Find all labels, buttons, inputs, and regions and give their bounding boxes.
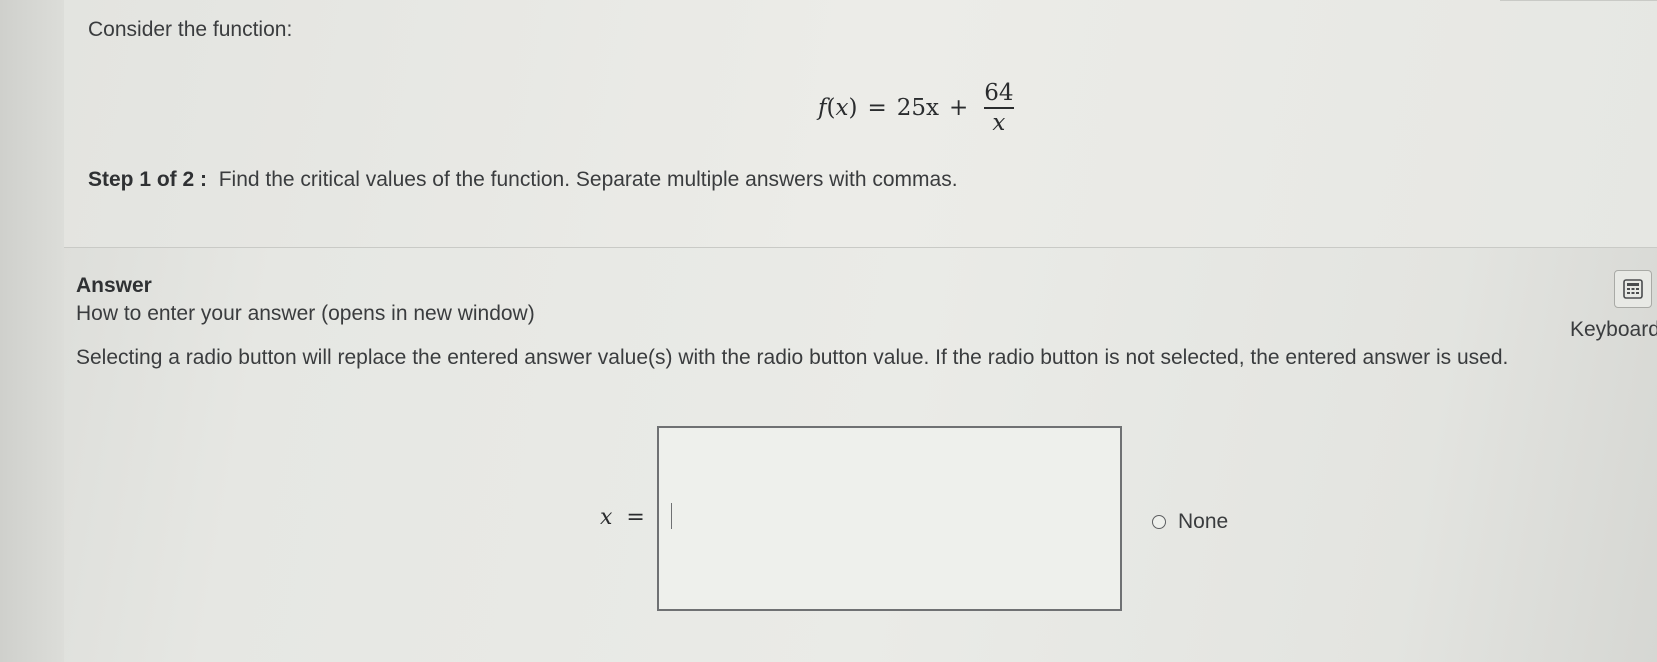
none-radio-button[interactable] [1152, 515, 1166, 529]
formula-fraction: 64 x [982, 79, 1015, 137]
step-label: Step 1 of 2 : [88, 168, 208, 191]
calculator-icon[interactable] [1614, 270, 1652, 308]
page-background: Consider the function: f(x) = 25x + 64 x… [0, 0, 1657, 662]
fraction-numerator: 64 [984, 80, 1014, 106]
calculator-icon-graphic [1623, 279, 1643, 299]
how-to-enter-answer-link[interactable]: How to enter your answer (opens in new w… [76, 302, 535, 326]
keyboard-toggle-label[interactable]: Keyboard [1570, 318, 1657, 342]
formula-function-arg: x [835, 95, 849, 121]
none-radio-option[interactable]: None [1152, 510, 1228, 534]
formula-term1: 25x [896, 95, 939, 121]
radio-instructions: Selecting a radio button will replace th… [76, 346, 1509, 369]
answer-variable: x [600, 505, 613, 530]
top-border [1500, 0, 1657, 1]
formula-close-paren: ) [848, 95, 858, 121]
formula-plus: + [949, 95, 969, 121]
fraction-denominator: x [992, 110, 1006, 136]
step-instruction: Step 1 of 2 : Find the critical values o… [88, 168, 958, 192]
step-text: Find the critical values of the function… [218, 168, 958, 191]
question-intro: Consider the function: [88, 18, 293, 41]
answer-heading: Answer [76, 274, 152, 297]
function-formula: f(x) = 25x + 64 x [818, 78, 1016, 138]
formula-function-name: f [818, 95, 827, 121]
section-divider [64, 247, 1657, 248]
answer-equals: = [626, 505, 645, 530]
formula-open-paren: ( [826, 95, 836, 121]
formula-equals: = [867, 95, 887, 121]
answer-input[interactable] [657, 426, 1122, 611]
answer-variable-label: x = [600, 505, 645, 530]
text-caret [671, 503, 672, 529]
left-margin [0, 0, 64, 662]
none-radio-label: None [1178, 510, 1229, 533]
